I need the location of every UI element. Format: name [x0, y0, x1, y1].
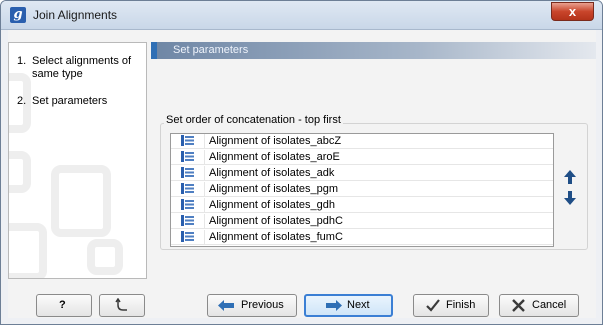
list-item-label: Alignment of isolates_gdh [209, 199, 335, 211]
step-number: 2. [17, 95, 27, 107]
list-item[interactable]: Alignment of isolates_gdh [171, 198, 553, 213]
alignment-icon [181, 135, 194, 146]
list-item-label: Alignment of isolates_abcZ [209, 135, 342, 147]
list-item-label: Alignment of isolates_fumC [209, 231, 343, 243]
previous-button[interactable]: Previous [207, 294, 297, 317]
close-button[interactable]: x [551, 2, 594, 21]
arrow-left-icon [218, 300, 234, 311]
dialog-content: 1. Select alignments of same type 2. Set… [8, 30, 596, 318]
column-divider [204, 134, 205, 149]
cancel-label: Cancel [532, 299, 567, 311]
decorative-shape [87, 239, 123, 275]
section-title: Set parameters [173, 44, 249, 56]
dialog-window: g Join Alignments x 1. Select alignments… [0, 0, 603, 325]
previous-label: Previous [241, 299, 284, 311]
section-marker [151, 42, 157, 59]
section-header: Set parameters [151, 42, 596, 59]
arrow-right-icon [326, 300, 342, 311]
column-divider [204, 198, 205, 213]
column-divider [204, 182, 205, 197]
alignment-icon [181, 199, 194, 210]
step-label: Select alignments of same type [32, 55, 132, 80]
list-item[interactable]: Alignment of isolates_adk [171, 166, 553, 181]
alignment-icon [181, 231, 194, 242]
window-title: Join Alignments [33, 8, 118, 22]
help-button[interactable]: ? [36, 294, 92, 317]
alignment-icon [181, 215, 194, 226]
column-divider [204, 166, 205, 181]
list-item[interactable]: Alignment of isolates_pgm [171, 182, 553, 197]
list-item[interactable]: Alignment of isolates_aroE [171, 150, 553, 165]
alignment-icon [181, 183, 194, 194]
cross-icon [512, 299, 525, 312]
decorative-shape [51, 165, 111, 237]
decorative-shape [9, 223, 47, 278]
title-bar[interactable]: g Join Alignments x [1, 1, 602, 30]
next-button[interactable]: Next [304, 294, 393, 317]
order-group-label: Set order of concatenation - top first [164, 114, 343, 126]
move-down-button[interactable] [562, 191, 578, 207]
app-icon: g [10, 7, 26, 23]
cancel-button[interactable]: Cancel [499, 294, 579, 317]
list-item[interactable]: Alignment of isolates_pdhC [171, 214, 553, 229]
checkmark-icon [426, 299, 440, 312]
alignment-icon [181, 151, 194, 162]
list-item-label: Alignment of isolates_adk [209, 167, 335, 179]
reset-icon [115, 298, 127, 311]
steps-panel: 1. Select alignments of same type 2. Set… [8, 42, 147, 279]
reset-button[interactable] [99, 294, 145, 317]
step-label: Set parameters [32, 95, 108, 107]
main-panel: Set parameters Set order of concatenatio… [151, 42, 596, 279]
column-divider [204, 214, 205, 229]
arrow-up-icon [564, 170, 576, 184]
alignment-order-list[interactable]: Alignment of isolates_abcZ Alignment of … [170, 133, 554, 247]
next-label: Next [347, 299, 370, 311]
list-item[interactable]: Alignment of isolates_abcZ [171, 134, 553, 149]
list-item-label: Alignment of isolates_pdhC [209, 215, 343, 227]
step-number: 1. [17, 55, 27, 67]
finish-button[interactable]: Finish [413, 294, 489, 317]
help-icon: ? [59, 299, 66, 311]
column-divider [204, 230, 205, 245]
finish-label: Finish [446, 299, 476, 311]
list-item[interactable]: Alignment of isolates_fumC [171, 230, 553, 245]
list-item-label: Alignment of isolates_pgm [209, 183, 339, 195]
arrow-down-icon [564, 191, 576, 205]
close-icon: x [568, 4, 577, 19]
decorative-shape [9, 151, 31, 193]
column-divider [204, 150, 205, 165]
move-up-button[interactable] [562, 170, 578, 186]
alignment-icon [181, 167, 194, 178]
list-item-label: Alignment of isolates_aroE [209, 151, 340, 163]
